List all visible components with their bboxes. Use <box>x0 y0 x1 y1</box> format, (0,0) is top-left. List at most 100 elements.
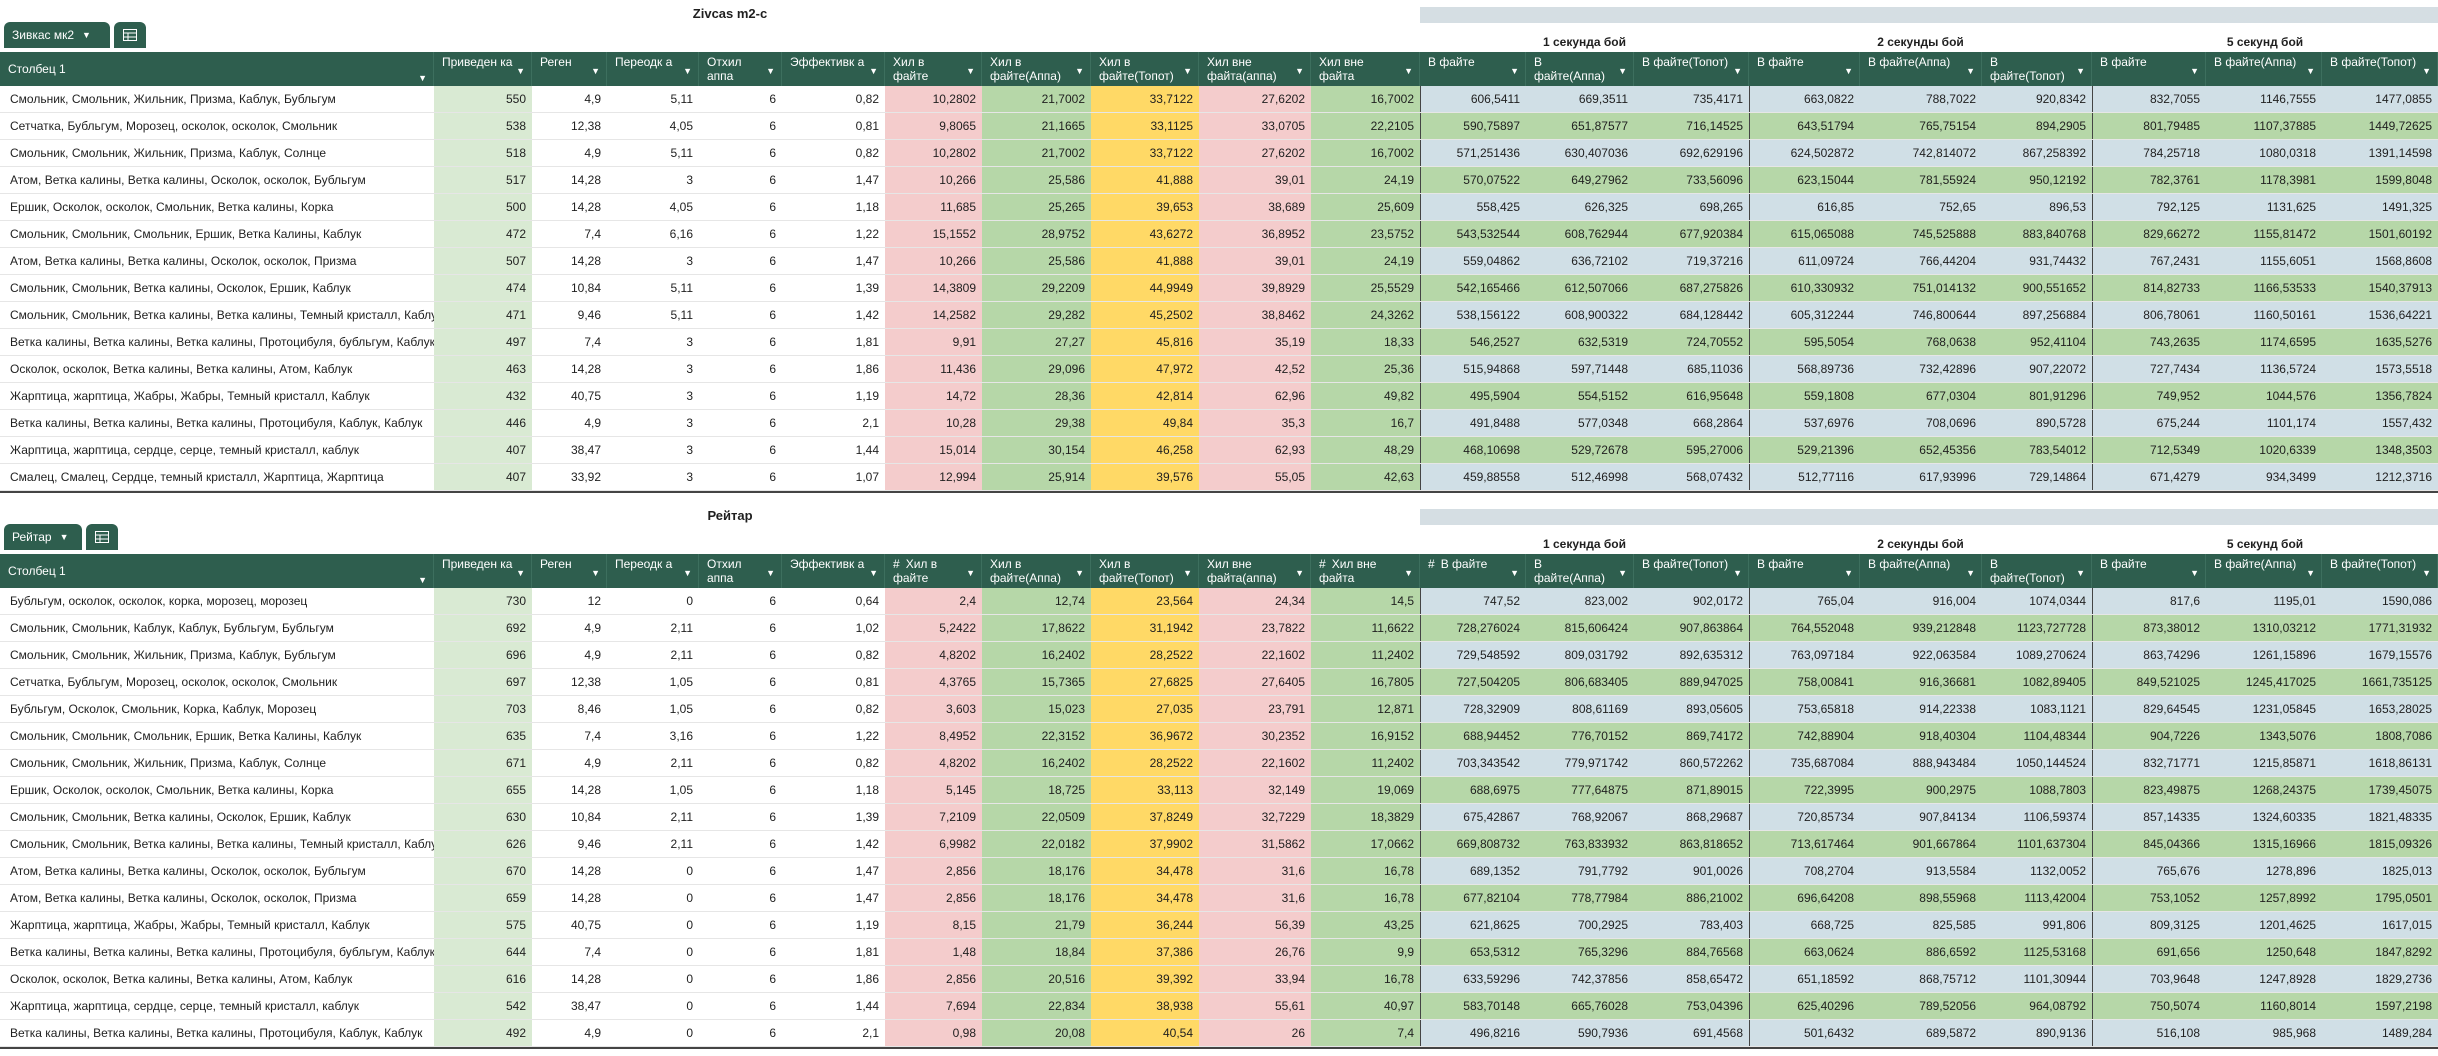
value-cell[interactable]: 6 <box>699 356 782 382</box>
value-cell[interactable]: 904,7226 <box>2092 723 2206 749</box>
value-cell[interactable]: 1847,8292 <box>2322 939 2438 965</box>
value-cell[interactable]: 1573,5518 <box>2322 356 2438 382</box>
table-row[interactable]: Бубльгум, Осколок, Смольник, Корка, Кабл… <box>0 696 2438 723</box>
value-cell[interactable]: 14,28 <box>532 194 607 220</box>
filter-dropdown-icon[interactable]: ▼ <box>1618 64 1627 78</box>
value-cell[interactable]: 4,8202 <box>885 750 982 776</box>
value-cell[interactable]: 529,21396 <box>1749 437 1860 463</box>
filter-dropdown-icon[interactable]: ▼ <box>591 566 600 580</box>
value-cell[interactable]: 612,507066 <box>1526 275 1634 301</box>
value-cell[interactable]: 0,81 <box>782 113 885 139</box>
build-name-cell[interactable]: Смольник, Смольник, Смольник, Ершик, Вет… <box>0 723 434 749</box>
value-cell[interactable]: 1557,432 <box>2322 410 2438 436</box>
value-cell[interactable]: 14,28 <box>532 777 607 803</box>
value-cell[interactable]: 6 <box>699 1020 782 1046</box>
value-cell[interactable]: 15,7365 <box>982 669 1091 695</box>
value-cell[interactable]: 753,65818 <box>1749 696 1860 722</box>
value-cell[interactable]: 616 <box>434 966 532 992</box>
value-cell[interactable]: 632,5319 <box>1526 329 1634 355</box>
value-cell[interactable]: 849,521025 <box>2092 669 2206 695</box>
value-cell[interactable]: 1044,576 <box>2206 383 2322 409</box>
value-cell[interactable]: 44,9949 <box>1091 275 1199 301</box>
build-name-cell[interactable]: Смольник, Смольник, Жильник, Призма, Каб… <box>0 86 434 112</box>
value-cell[interactable]: 28,2522 <box>1091 642 1199 668</box>
value-cell[interactable]: 1310,03212 <box>2206 615 2322 641</box>
filter-dropdown-icon[interactable]: ▼ <box>2306 64 2315 78</box>
value-cell[interactable]: 14,3809 <box>885 275 982 301</box>
value-cell[interactable]: 776,70152 <box>1526 723 1634 749</box>
value-cell[interactable]: 10,2802 <box>885 140 982 166</box>
filter-dropdown-icon[interactable]: ▼ <box>2076 566 2085 580</box>
value-cell[interactable]: 542,165466 <box>1420 275 1526 301</box>
value-cell[interactable]: 1,19 <box>782 383 885 409</box>
value-cell[interactable]: 868,75712 <box>1860 966 1982 992</box>
value-cell[interactable]: 3 <box>607 248 699 274</box>
column-header[interactable]: Реген ▼ <box>532 554 607 588</box>
value-cell[interactable]: 2,11 <box>607 750 699 776</box>
value-cell[interactable]: 1215,85871 <box>2206 750 2322 776</box>
value-cell[interactable]: 10,28 <box>885 410 982 436</box>
value-cell[interactable]: 16,2402 <box>982 642 1091 668</box>
value-cell[interactable]: 29,096 <box>982 356 1091 382</box>
value-cell[interactable]: 766,44204 <box>1860 248 1982 274</box>
value-cell[interactable]: 6 <box>699 113 782 139</box>
value-cell[interactable]: 764,552048 <box>1749 615 1860 641</box>
column-header[interactable]: В файте(Аппа) ▼ <box>1526 554 1634 588</box>
column-header[interactable]: Переодк а ▼ <box>607 554 699 588</box>
column-header[interactable]: Хил в файте(Аппа) ▼ <box>982 554 1091 588</box>
value-cell[interactable]: 671,4279 <box>2092 464 2206 490</box>
value-cell[interactable]: 570,07522 <box>1420 167 1526 193</box>
value-cell[interactable]: 29,38 <box>982 410 1091 436</box>
build-name-cell[interactable]: Ветка калины, Ветка калины, Ветка калины… <box>0 329 434 355</box>
value-cell[interactable]: 624,502872 <box>1749 140 1860 166</box>
filter-dropdown-icon[interactable]: ▼ <box>966 566 975 580</box>
value-cell[interactable]: 913,5584 <box>1860 858 1982 884</box>
value-cell[interactable]: 808,61169 <box>1526 696 1634 722</box>
value-cell[interactable]: 1,05 <box>607 696 699 722</box>
value-cell[interactable]: 48,29 <box>1311 437 1420 463</box>
table-row[interactable]: Атом, Ветка калины, Ветка калины, Осколо… <box>0 248 2438 275</box>
value-cell[interactable]: 31,1942 <box>1091 615 1199 641</box>
table-row[interactable]: Сетчатка, Бубльгум, Морозец, осколок, ос… <box>0 669 2438 696</box>
value-cell[interactable]: 1083,1121 <box>1982 696 2092 722</box>
value-cell[interactable]: 1201,4625 <box>2206 912 2322 938</box>
value-cell[interactable]: 1107,37885 <box>2206 113 2322 139</box>
column-header[interactable]: В файте ▼ <box>2092 52 2206 86</box>
filter-dropdown-icon[interactable]: ▼ <box>766 64 775 78</box>
value-cell[interactable]: 518 <box>434 140 532 166</box>
value-cell[interactable]: 538,156122 <box>1420 302 1526 328</box>
value-cell[interactable]: 643,51794 <box>1749 113 1860 139</box>
value-cell[interactable]: 7,4 <box>532 329 607 355</box>
value-cell[interactable]: 729,548592 <box>1420 642 1526 668</box>
value-cell[interactable]: 703,343542 <box>1420 750 1526 776</box>
value-cell[interactable]: 697 <box>434 669 532 695</box>
value-cell[interactable]: 1,05 <box>607 777 699 803</box>
value-cell[interactable]: 896,53 <box>1982 194 2092 220</box>
value-cell[interactable]: 28,9752 <box>982 221 1091 247</box>
column-header[interactable]: Эффективк а ▼ <box>782 52 885 86</box>
value-cell[interactable]: 1,48 <box>885 939 982 965</box>
value-cell[interactable]: 22,2105 <box>1311 113 1420 139</box>
value-cell[interactable]: 719,37216 <box>1634 248 1749 274</box>
value-cell[interactable]: 886,21002 <box>1634 885 1749 911</box>
value-cell[interactable]: 16,7002 <box>1311 140 1420 166</box>
filter-dropdown-icon[interactable]: ▼ <box>2076 64 2085 78</box>
table-row[interactable]: Ветка калины, Ветка калины, Ветка калины… <box>0 939 2438 966</box>
filter-dropdown-icon[interactable]: ▼ <box>1966 64 1975 78</box>
value-cell[interactable]: 16,78 <box>1311 885 1420 911</box>
value-cell[interactable]: 1540,37913 <box>2322 275 2438 301</box>
value-cell[interactable]: 792,125 <box>2092 194 2206 220</box>
value-cell[interactable]: 691,4568 <box>1634 1020 1749 1046</box>
build-name-cell[interactable]: Атом, Ветка калины, Ветка калины, Осколо… <box>0 248 434 274</box>
value-cell[interactable]: 991,806 <box>1982 912 2092 938</box>
value-cell[interactable]: 500 <box>434 194 532 220</box>
value-cell[interactable]: 6 <box>699 615 782 641</box>
value-cell[interactable]: 677,0304 <box>1860 383 1982 409</box>
column-header[interactable]: Реген ▼ <box>532 52 607 86</box>
value-cell[interactable]: 583,70148 <box>1420 993 1526 1019</box>
column-header[interactable]: Хил в файте(Топот) ▼ <box>1091 52 1199 86</box>
value-cell[interactable]: 0,82 <box>782 642 885 668</box>
value-cell[interactable]: 668,2864 <box>1634 410 1749 436</box>
value-cell[interactable]: 41,888 <box>1091 248 1199 274</box>
value-cell[interactable]: 743,2635 <box>2092 329 2206 355</box>
